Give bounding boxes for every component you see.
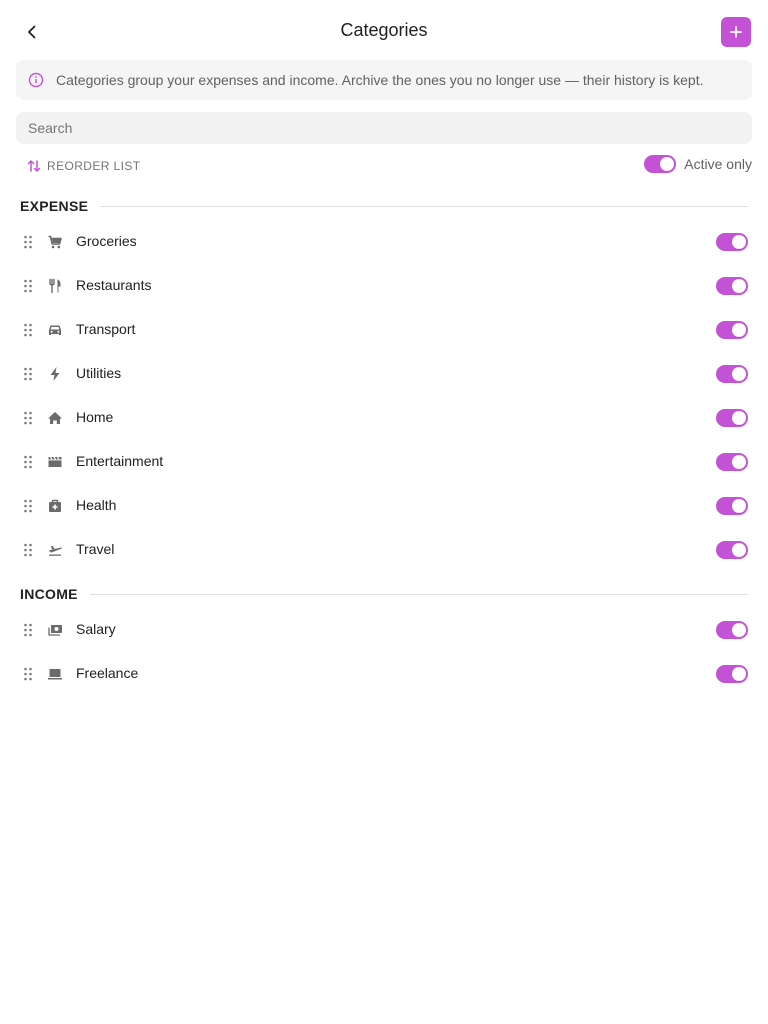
active-only-label: Active only: [684, 156, 752, 172]
drag-handle-icon[interactable]: [22, 454, 34, 470]
plus-icon: [730, 26, 742, 38]
active-only-filter[interactable]: Active only: [644, 155, 752, 173]
category-label: Health: [76, 497, 117, 513]
add-category-button[interactable]: [721, 17, 751, 47]
search-input[interactable]: [26, 119, 742, 137]
section-divider: [89, 593, 748, 595]
category-label: Entertainment: [76, 453, 164, 469]
drag-handle-icon[interactable]: [22, 666, 34, 682]
plane-icon: [47, 542, 63, 558]
active-toggle[interactable]: [716, 497, 748, 515]
clapperboard-icon: [47, 454, 63, 470]
category-row-entertainment[interactable]: Entertainment: [0, 440, 768, 484]
category-label: Groceries: [76, 233, 137, 249]
bolt-icon: [47, 366, 63, 382]
category-label: Freelance: [76, 665, 139, 681]
active-toggle[interactable]: [716, 621, 748, 639]
category-label: Utilities: [76, 365, 122, 381]
active-toggle[interactable]: [716, 277, 748, 295]
drag-handle-icon[interactable]: [22, 498, 34, 514]
section-divider: [100, 205, 748, 207]
active-only-toggle[interactable]: [644, 155, 677, 173]
active-toggle[interactable]: [716, 541, 748, 559]
reorder-list-button[interactable]: REORDER LIST: [26, 157, 140, 175]
drag-handle-icon[interactable]: [22, 622, 34, 638]
drag-handle-icon[interactable]: [22, 322, 34, 338]
category-label: Transport: [76, 321, 136, 337]
category-row-transport[interactable]: Transport: [0, 308, 768, 352]
active-toggle[interactable]: [716, 233, 748, 251]
fork-knife-icon: [47, 278, 63, 294]
category-row-freelance[interactable]: Freelance: [0, 652, 768, 696]
category-row-travel[interactable]: Travel: [0, 528, 768, 572]
category-row-health[interactable]: Health: [0, 484, 768, 528]
swap-vertical-icon: [27, 160, 41, 172]
category-row-restaurants[interactable]: Restaurants: [0, 264, 768, 308]
category-label: Salary: [76, 621, 116, 637]
section-title: EXPENSE: [20, 198, 89, 214]
info-banner: Categories group your expenses and incom…: [16, 60, 752, 100]
app-bar: Categories: [0, 0, 768, 64]
active-toggle[interactable]: [716, 365, 748, 383]
banknotes-icon: [47, 622, 63, 638]
category-label: Travel: [76, 541, 115, 557]
category-row-salary[interactable]: Salary: [0, 608, 768, 652]
drag-handle-icon[interactable]: [22, 542, 34, 558]
section-header-expense: EXPENSE: [20, 196, 748, 216]
laptop-icon: [47, 666, 63, 682]
page-title: Categories: [340, 20, 428, 40]
house-icon: [47, 410, 63, 426]
drag-handle-icon[interactable]: [22, 278, 34, 294]
category-row-groceries[interactable]: Groceries: [0, 220, 768, 264]
section-header-income: INCOME: [20, 584, 748, 604]
category-label: Home: [76, 409, 114, 425]
active-toggle[interactable]: [716, 453, 748, 471]
active-toggle[interactable]: [716, 409, 748, 427]
drag-handle-icon[interactable]: [22, 234, 34, 250]
category-label: Restaurants: [76, 277, 152, 293]
active-toggle[interactable]: [716, 665, 748, 683]
category-row-utilities[interactable]: Utilities: [0, 352, 768, 396]
drag-handle-icon[interactable]: [22, 366, 34, 382]
section-title: INCOME: [20, 586, 78, 602]
category-row-home[interactable]: Home: [0, 396, 768, 440]
car-icon: [47, 322, 63, 338]
reorder-list-label: REORDER LIST: [47, 159, 141, 173]
info-text: Categories group your expenses and incom…: [56, 72, 704, 88]
cart-icon: [47, 234, 63, 250]
medical-bag-icon: [47, 498, 63, 514]
drag-handle-icon[interactable]: [22, 410, 34, 426]
search-box[interactable]: [16, 112, 752, 144]
info-icon: [28, 72, 44, 88]
active-toggle[interactable]: [716, 321, 748, 339]
